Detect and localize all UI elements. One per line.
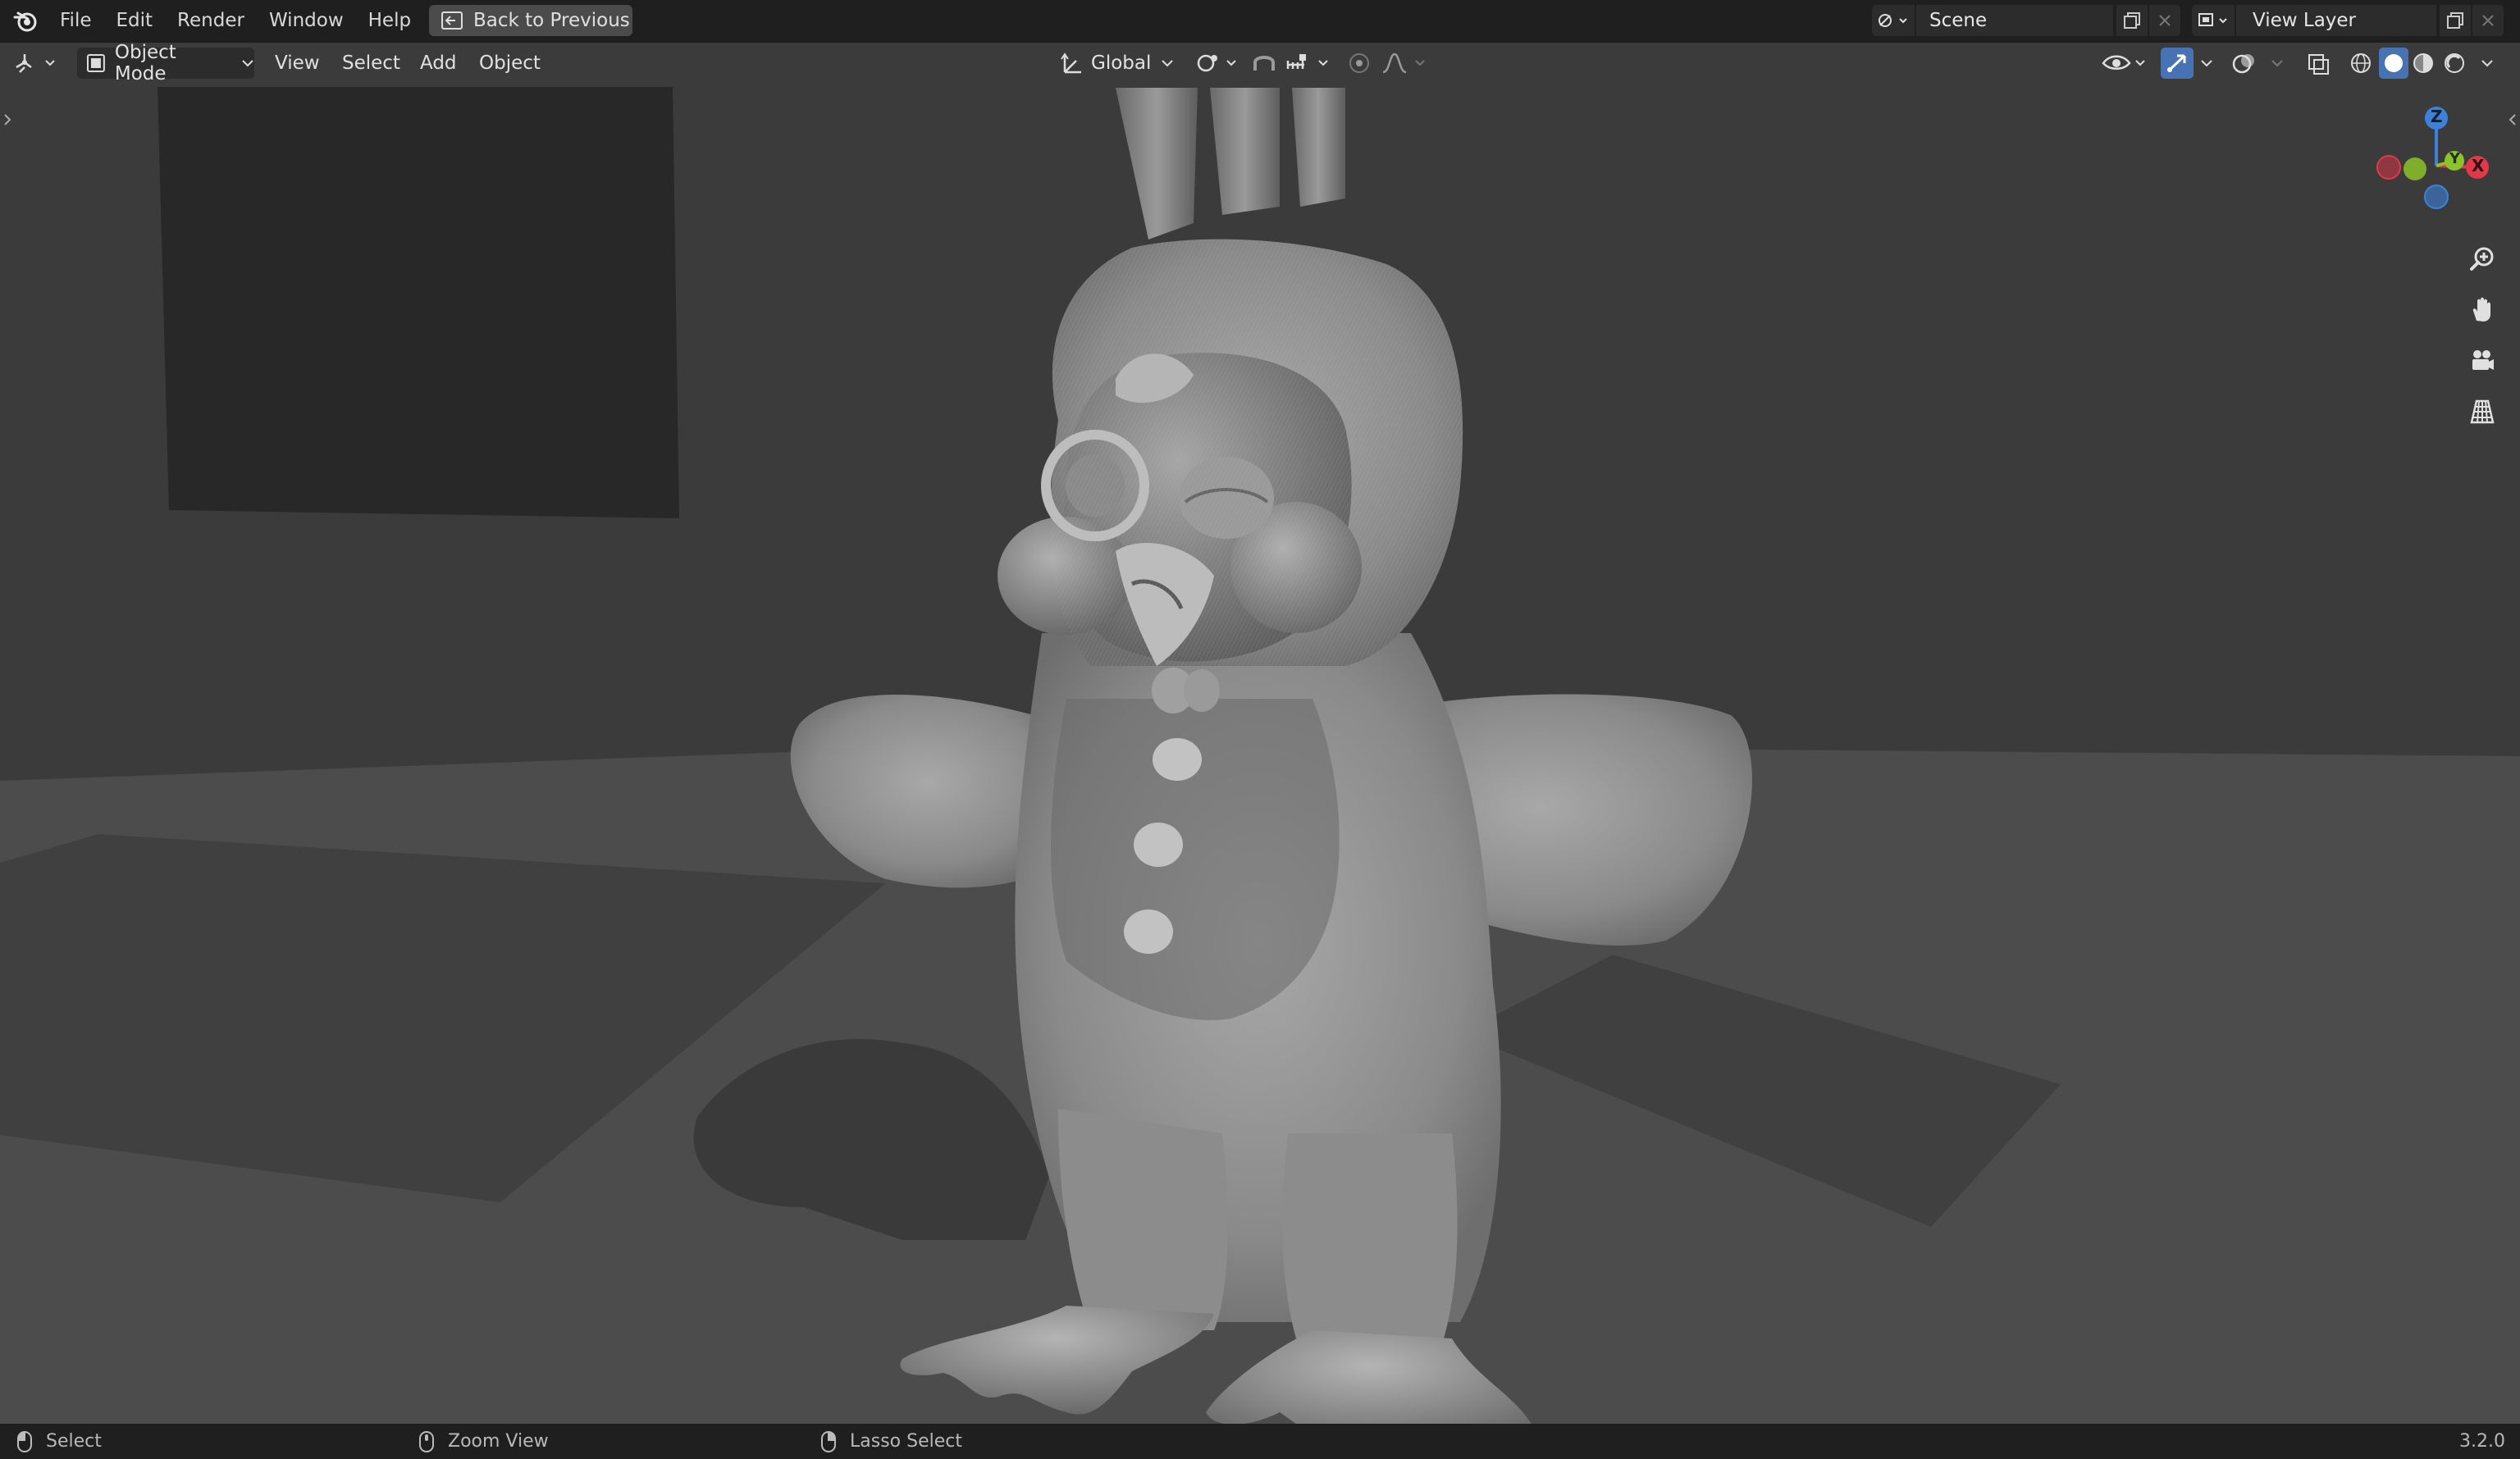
menu-view[interactable]: View xyxy=(275,43,320,84)
back-icon xyxy=(441,11,463,30)
camera-view-button[interactable] xyxy=(2463,341,2502,381)
pivot-icon xyxy=(1197,54,1236,72)
shading-rendered-button[interactable] xyxy=(2441,48,2471,79)
blender-logo-icon[interactable] xyxy=(13,9,38,35)
xray-toggle[interactable] xyxy=(2305,48,2338,79)
viewport-header: Object Mode View Select Add Object Globa… xyxy=(0,42,2520,84)
menu-select[interactable]: Select xyxy=(342,43,400,84)
object-mode-icon xyxy=(86,54,105,72)
grid-icon xyxy=(2470,399,2495,424)
orientation-icon xyxy=(1061,52,1081,74)
snap-increment-icon xyxy=(1286,54,1328,69)
view-layer-name: View Layer xyxy=(2253,10,2357,31)
gizmo-options-dropdown[interactable] xyxy=(2195,48,2220,79)
view-layer-type-dropdown[interactable] xyxy=(2192,5,2235,36)
menu-file[interactable]: File xyxy=(48,0,104,41)
shading-material-button[interactable] xyxy=(2410,48,2440,79)
close-icon xyxy=(2482,15,2494,26)
viewport-scene xyxy=(0,43,2520,1424)
mouse-left-icon xyxy=(17,1431,32,1452)
chevron-down-icon xyxy=(2481,60,2493,67)
snap-toggle[interactable] xyxy=(1250,48,1283,79)
chevron-down-icon xyxy=(2201,60,2212,67)
zoom-icon xyxy=(2470,247,2494,271)
shading-solid-button[interactable] xyxy=(2379,48,2408,79)
eye-icon xyxy=(2102,55,2145,70)
magnet-icon xyxy=(1253,56,1275,71)
view-layer-name-field[interactable]: View Layer xyxy=(2236,5,2436,36)
chevron-down-icon xyxy=(2271,60,2283,67)
overlays-icon xyxy=(2232,54,2254,74)
status-middle-click: Zoom View xyxy=(418,1425,549,1459)
interaction-mode-dropdown[interactable]: Object Mode xyxy=(77,42,254,84)
perspective-toggle-button[interactable] xyxy=(2463,392,2502,431)
gizmo-x-label: X xyxy=(2472,156,2485,176)
zoom-button[interactable] xyxy=(2463,239,2502,279)
hand-icon xyxy=(2472,297,2490,321)
menu-window[interactable]: Window xyxy=(257,0,356,41)
status-zoom-label: Zoom View xyxy=(448,1431,549,1452)
proportional-editing-toggle[interactable] xyxy=(1345,48,1378,79)
view-layer-icon xyxy=(2198,13,2227,26)
snap-target-dropdown[interactable] xyxy=(1285,48,1335,79)
menu-render[interactable]: Render xyxy=(165,0,257,41)
proportional-falloff-dropdown[interactable] xyxy=(1380,48,1431,79)
status-right-click: Lasso Select xyxy=(820,1425,962,1459)
shading-wireframe-button[interactable] xyxy=(2348,48,2377,79)
duplicate-icon xyxy=(2124,12,2140,29)
overlays-options-dropdown[interactable] xyxy=(2266,48,2290,79)
status-bar: Select Zoom View Lasso Select 3.2.0 xyxy=(0,1425,2520,1459)
back-to-previous-label: Back to Previous xyxy=(473,10,630,31)
3d-viewport[interactable]: Z X Y xyxy=(0,43,2520,1424)
top-bar: File Edit Render Window Help Back to Pre… xyxy=(0,0,2520,41)
overlays-toggle[interactable] xyxy=(2231,48,2264,79)
3d-viewport-icon xyxy=(16,54,55,73)
chevron-down-icon xyxy=(1162,60,1174,67)
duplicate-icon xyxy=(2447,12,2463,29)
chevron-down-icon xyxy=(242,60,253,67)
transform-orientation-label: Global xyxy=(1091,52,1152,74)
solid-sphere-icon xyxy=(2385,54,2403,72)
falloff-curve-icon xyxy=(1382,52,1425,74)
delete-view-layer-button[interactable] xyxy=(2472,5,2504,36)
menu-help[interactable]: Help xyxy=(356,0,423,41)
rendered-sphere-icon xyxy=(2445,53,2464,73)
toolbar-toggle-icon[interactable] xyxy=(2,112,15,128)
delete-scene-button[interactable] xyxy=(2149,5,2180,36)
status-left-click: Select xyxy=(16,1425,102,1459)
editor-type-dropdown[interactable] xyxy=(11,48,66,79)
xray-icon xyxy=(2308,54,2329,75)
mouse-right-icon xyxy=(821,1431,836,1452)
status-lasso-label: Lasso Select xyxy=(850,1431,962,1452)
transform-orientation-dropdown[interactable]: Global xyxy=(1053,48,1183,79)
new-view-layer-button[interactable] xyxy=(2440,5,2471,36)
scene-icon xyxy=(1879,14,1907,27)
shading-options-dropdown[interactable] xyxy=(2476,48,2500,79)
camera-icon xyxy=(2472,350,2494,370)
pivot-point-dropdown[interactable] xyxy=(1194,48,1244,79)
material-sphere-icon xyxy=(2413,53,2433,73)
menu-object[interactable]: Object xyxy=(479,43,541,84)
scene-type-dropdown[interactable] xyxy=(1872,5,1915,36)
pan-button[interactable] xyxy=(2463,290,2502,330)
proportional-edit-icon xyxy=(1349,53,1369,73)
gizmo-toggle[interactable] xyxy=(2161,48,2194,79)
mouse-middle-icon xyxy=(419,1431,434,1452)
scene-name-field[interactable]: Scene xyxy=(1916,5,2113,36)
close-icon xyxy=(2159,15,2171,26)
navigation-gizmo[interactable]: Z X Y xyxy=(2362,100,2510,239)
gizmo-icon xyxy=(2167,54,2186,72)
scene-name: Scene xyxy=(1929,10,1988,31)
menu-edit[interactable]: Edit xyxy=(104,0,166,41)
new-scene-button[interactable] xyxy=(2116,5,2148,36)
back-to-previous-button[interactable]: Back to Previous xyxy=(429,5,632,36)
status-select-label: Select xyxy=(46,1431,102,1452)
menu-add[interactable]: Add xyxy=(420,43,457,84)
wireframe-sphere-icon xyxy=(2351,53,2371,73)
object-visibility-dropdown[interactable] xyxy=(2100,48,2151,79)
gizmo-y-label: Y xyxy=(2449,150,2461,167)
version-label: 3.2.0 xyxy=(2459,1431,2505,1452)
interaction-mode-label: Object Mode xyxy=(114,42,176,84)
gizmo-z-label: Z xyxy=(2431,107,2443,126)
